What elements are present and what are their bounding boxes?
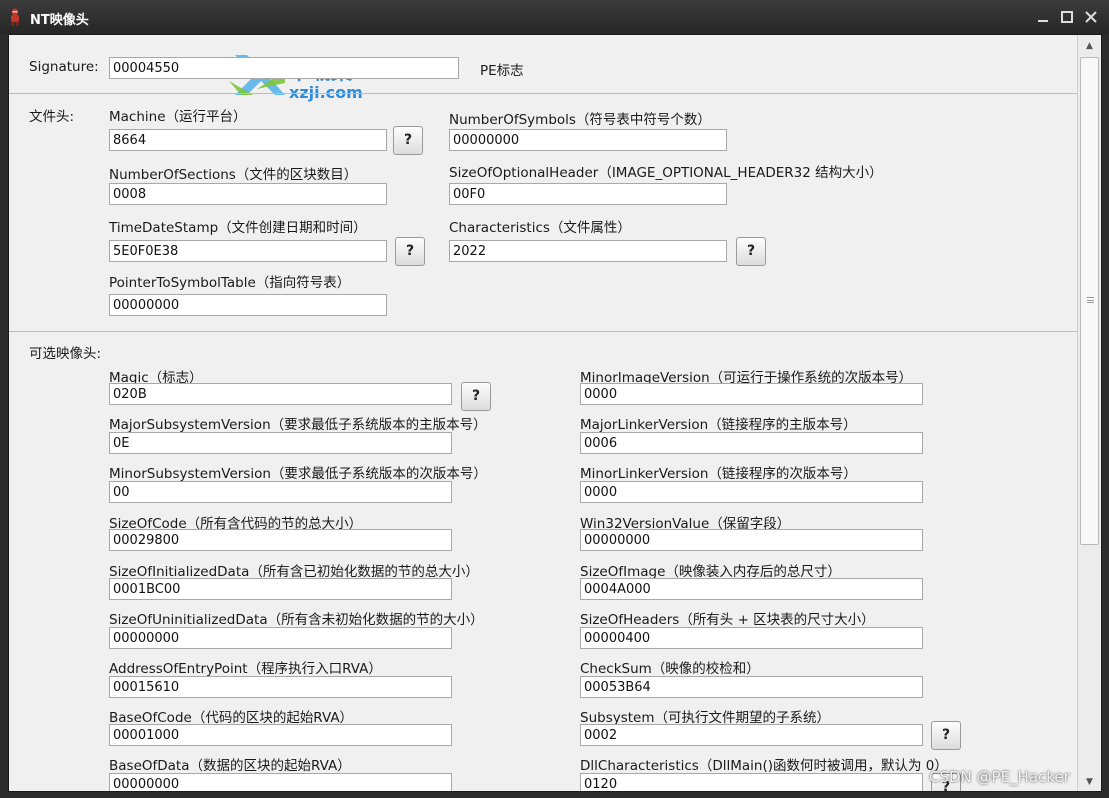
address-of-entry-point-label: AddressOfEntryPoint（程序执行入口RVA） xyxy=(109,661,382,677)
separator xyxy=(9,331,1079,332)
machine-label: Machine（运行平台） xyxy=(109,109,247,125)
minor-subsystem-version-field[interactable] xyxy=(109,481,452,503)
size-of-headers-label: SizeOfHeaders（所有头 + 区块表的尺寸大小） xyxy=(580,612,875,628)
pointer-to-symbol-table-label: PointerToSymbolTable（指向符号表） xyxy=(109,275,351,291)
title-bar[interactable]: NT映像头 xyxy=(0,0,1109,34)
characteristics-field[interactable] xyxy=(449,240,727,262)
time-date-stamp-label: TimeDateStamp（文件创建日期和时间） xyxy=(109,220,367,236)
machine-field[interactable] xyxy=(109,129,387,151)
major-subsystem-version-label: MajorSubsystemVersion（要求最低子系统版本的主版本号） xyxy=(109,417,487,433)
content-area: 下载集 xzji.com Signature: PE标志 文件头: Machin… xyxy=(8,34,1102,792)
major-subsystem-version-field[interactable] xyxy=(109,432,452,454)
credit-watermark: CSDN @PE_Hacker xyxy=(929,768,1070,786)
window-title: NT映像头 xyxy=(30,13,89,28)
number-of-sections-field[interactable] xyxy=(109,183,387,205)
scrollbar-thumb[interactable] xyxy=(1080,57,1099,545)
size-of-image-label: SizeOfImage（映像装入内存后的总尺寸） xyxy=(580,564,841,580)
size-of-optional-header-label: SizeOfOptionalHeader（IMAGE_OPTIONAL_HEAD… xyxy=(449,165,883,181)
major-linker-version-field[interactable] xyxy=(580,432,923,454)
signature-label: Signature: xyxy=(29,59,99,75)
characteristics-help-button[interactable]: ? xyxy=(736,237,766,266)
size-of-image-field[interactable] xyxy=(580,578,923,600)
win32-version-value-field[interactable] xyxy=(580,529,923,551)
dll-characteristics-label: DllCharacteristics（DllMain()函数何时被调用，默认为 … xyxy=(580,758,948,774)
size-of-optional-header-field[interactable] xyxy=(449,183,727,205)
major-linker-version-label: MajorLinkerVersion（链接程序的主版本号） xyxy=(580,417,857,433)
size-of-headers-field[interactable] xyxy=(580,627,923,649)
size-of-uninitialized-data-field[interactable] xyxy=(109,627,452,649)
time-date-stamp-help-button[interactable]: ? xyxy=(395,237,425,266)
app-icon xyxy=(11,8,19,26)
number-of-symbols-field[interactable] xyxy=(449,129,727,151)
magic-help-button[interactable]: ? xyxy=(461,382,491,411)
minor-linker-version-label: MinorLinkerVersion（链接程序的次版本号） xyxy=(580,466,857,482)
size-of-initialized-data-field[interactable] xyxy=(109,578,452,600)
minor-subsystem-version-label: MinorSubsystemVersion（要求最低子系统版本的次版本号） xyxy=(109,466,487,482)
size-of-initialized-data-label: SizeOfInitializedData（所有含已初始化数据的节的总大小） xyxy=(109,564,479,580)
characteristics-label: Characteristics（文件属性） xyxy=(449,220,631,236)
number-of-sections-label: NumberOfSections（文件的区块数目） xyxy=(109,167,358,183)
number-of-symbols-label: NumberOfSymbols（符号表中符号个数） xyxy=(449,112,711,128)
optional-header-section-label: 可选映像头: xyxy=(29,346,102,362)
close-icon[interactable] xyxy=(1083,9,1099,25)
subsystem-help-button[interactable]: ? xyxy=(931,721,961,750)
pointer-to-symbol-table-field[interactable] xyxy=(109,294,387,316)
scroll-down-icon[interactable]: ▼ xyxy=(1080,773,1099,791)
scroll-up-icon[interactable]: ▲ xyxy=(1080,37,1099,55)
time-date-stamp-field[interactable] xyxy=(109,240,387,262)
base-of-code-label: BaseOfCode（代码的区块的起始RVA） xyxy=(109,710,354,726)
signature-note: PE标志 xyxy=(480,63,524,79)
separator xyxy=(9,93,1079,94)
machine-help-button[interactable]: ? xyxy=(393,126,423,155)
vertical-scrollbar[interactable]: ▲ ▼ xyxy=(1077,35,1101,791)
minimize-icon[interactable] xyxy=(1035,9,1051,25)
file-header-section-label: 文件头: xyxy=(29,109,75,125)
subsystem-label: Subsystem（可执行文件期望的子系统） xyxy=(580,710,831,726)
base-of-data-field[interactable] xyxy=(109,773,452,791)
check-sum-field[interactable] xyxy=(580,676,923,698)
minor-linker-version-field[interactable] xyxy=(580,481,923,503)
magic-field[interactable] xyxy=(109,383,452,405)
check-sum-label: CheckSum（映像的校检和） xyxy=(580,661,760,677)
base-of-data-label: BaseOfData（数据的区块的起始RVA） xyxy=(109,758,351,774)
base-of-code-field[interactable] xyxy=(109,724,452,746)
size-of-code-field[interactable] xyxy=(109,529,452,551)
dll-characteristics-field[interactable] xyxy=(580,773,923,791)
subsystem-field[interactable] xyxy=(580,724,923,746)
signature-field[interactable] xyxy=(109,57,459,79)
maximize-icon[interactable] xyxy=(1059,9,1075,25)
minor-image-version-field[interactable] xyxy=(580,383,923,405)
grip-icon xyxy=(1087,297,1094,303)
address-of-entry-point-field[interactable] xyxy=(109,676,452,698)
size-of-uninitialized-data-label: SizeOfUninitializedData（所有含未初始化数据的节的大小） xyxy=(109,612,484,628)
